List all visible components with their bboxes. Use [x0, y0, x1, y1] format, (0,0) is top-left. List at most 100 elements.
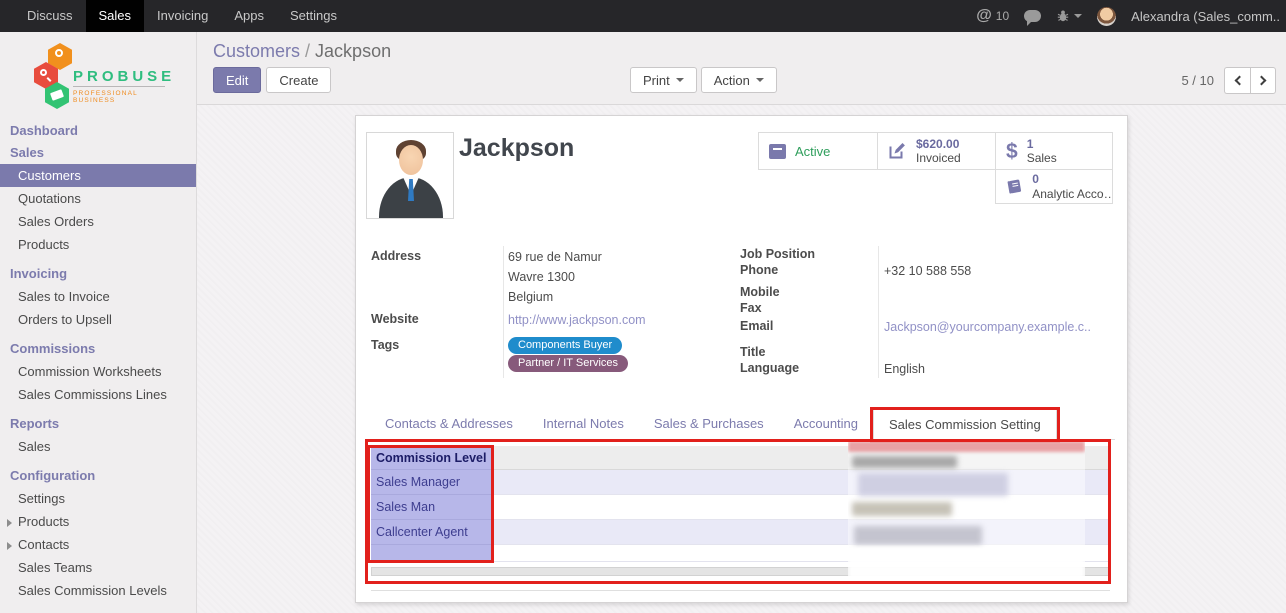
form-sheet: Jackpson Active $620.00 Invoiced: [355, 115, 1128, 603]
dollar-icon: $: [1006, 141, 1018, 162]
sidebar-heading-configuration[interactable]: Configuration: [0, 465, 196, 487]
menu-invoicing[interactable]: Invoicing: [144, 0, 221, 32]
topbar: Discuss Sales Invoicing Apps Settings @ …: [0, 0, 1286, 32]
chevron-left-icon: [1234, 76, 1244, 86]
active-stat-button[interactable]: Active: [758, 132, 878, 170]
control-panel: Customers/Jackpson Edit Create Print Act…: [197, 32, 1286, 105]
chat-icon[interactable]: [1024, 10, 1041, 22]
commission-level-header: Commission Level: [371, 446, 491, 470]
customer-photo: [366, 132, 454, 219]
language-label: Language: [740, 361, 799, 375]
sidebar-item-products[interactable]: Products: [0, 233, 196, 256]
record-buttons: Edit Create: [213, 67, 331, 93]
tab-accounting[interactable]: Accounting: [779, 408, 873, 439]
job-position-label: Job Position: [740, 247, 815, 261]
bug-icon: [1056, 9, 1070, 23]
expand-arrow-icon: [7, 542, 16, 550]
sidebar-item-config-contacts[interactable]: Contacts: [0, 533, 196, 556]
redaction-blur: [852, 502, 952, 516]
sidebar-heading-reports[interactable]: Reports: [0, 413, 196, 435]
redaction-blur: [848, 547, 1085, 584]
chevron-down-icon: [756, 78, 764, 86]
email-label: Email: [740, 319, 773, 333]
pager-value[interactable]: 5 / 10: [1181, 73, 1214, 88]
redaction-blur: [852, 456, 957, 468]
sales-count: 1: [1027, 137, 1057, 151]
breadcrumb: Customers/Jackpson: [213, 41, 391, 62]
phone-label: Phone: [740, 263, 778, 277]
sidebar-item-sales-teams[interactable]: Sales Teams: [0, 556, 196, 579]
tab-sales-purchases[interactable]: Sales & Purchases: [639, 408, 779, 439]
redaction-blur: [854, 526, 982, 545]
tag-partner-it-services: Partner / IT Services: [508, 355, 628, 372]
logo-subtitle: PROFESSIONAL BUSINESS: [73, 86, 165, 104]
menu-settings[interactable]: Settings: [277, 0, 350, 32]
tab-contacts-addresses[interactable]: Contacts & Addresses: [370, 408, 528, 439]
sidebar-item-sales-to-invoice[interactable]: Sales to Invoice: [0, 285, 196, 308]
breadcrumb-current: Jackpson: [315, 41, 391, 61]
topbar-right: @ 10 Alexandra (Sales_comm..: [976, 0, 1286, 32]
address-label: Address: [371, 249, 421, 263]
probuse-logo: PROBUSE PROFESSIONAL BUSINESS: [0, 32, 196, 116]
edit-button[interactable]: Edit: [213, 67, 261, 93]
logo-title: PROBUSE: [73, 68, 175, 85]
sidebar-heading-sales[interactable]: Sales: [0, 142, 196, 164]
invoiced-stat-button[interactable]: $620.00 Invoiced: [877, 132, 996, 170]
sidebar-item-reports-sales[interactable]: Sales: [0, 435, 196, 458]
pager-next-button[interactable]: [1250, 67, 1276, 94]
sidebar-item-config-products[interactable]: Products: [0, 510, 196, 533]
archive-icon: [769, 144, 786, 159]
at-icon: @: [976, 7, 992, 25]
breadcrumb-customers-link[interactable]: Customers: [213, 41, 300, 61]
sidebar-heading-dashboard[interactable]: Dashboard: [0, 120, 196, 142]
pager-previous-button[interactable]: [1224, 67, 1250, 94]
menu-apps[interactable]: Apps: [221, 0, 277, 32]
tab-sales-commission-setting[interactable]: Sales Commission Setting: [873, 408, 1057, 440]
address-line1: 69 rue de Namur: [508, 250, 602, 264]
sidebar-heading-commissions[interactable]: Commissions: [0, 338, 196, 360]
menu-sales[interactable]: Sales: [86, 0, 145, 32]
sidebar-item-customers[interactable]: Customers: [0, 164, 196, 187]
chevron-down-icon: [1074, 14, 1082, 22]
sidebar-item-config-settings[interactable]: Settings: [0, 487, 196, 510]
page-title: Jackpson: [459, 134, 574, 163]
sidebar-item-quotations[interactable]: Quotations: [0, 187, 196, 210]
pager: 5 / 10: [1181, 67, 1276, 94]
website-label: Website: [371, 312, 419, 326]
mentions-button[interactable]: @ 10: [976, 7, 1009, 25]
sidebar-item-commission-worksheets[interactable]: Commission Worksheets: [0, 360, 196, 383]
sidebar-item-sales-commissions-lines[interactable]: Sales Commissions Lines: [0, 383, 196, 406]
website-link[interactable]: http://www.jackpson.com: [508, 313, 646, 327]
sidebar-nav: Dashboard Sales Customers Quotations Sal…: [0, 116, 196, 602]
fax-label: Fax: [740, 301, 762, 315]
action-dropdown-button[interactable]: Action: [701, 67, 777, 93]
sidebar-item-sales-commission-levels[interactable]: Sales Commission Levels: [0, 579, 196, 602]
sheet-bottom-divider: [371, 590, 1110, 591]
email-link[interactable]: Jackpson@yourcompany.example.c..: [884, 320, 1091, 334]
action-buttons: Print Action: [630, 67, 777, 93]
tab-internal-notes[interactable]: Internal Notes: [528, 408, 639, 439]
debug-menu-button[interactable]: [1056, 9, 1082, 23]
tags-label: Tags: [371, 338, 399, 352]
menu-discuss[interactable]: Discuss: [14, 0, 86, 32]
mobile-label: Mobile: [740, 285, 780, 299]
content-area: Jackpson Active $620.00 Invoiced: [197, 105, 1286, 613]
user-name[interactable]: Alexandra (Sales_comm..: [1131, 9, 1280, 24]
redaction-blur: [848, 441, 1085, 452]
create-button[interactable]: Create: [266, 67, 331, 93]
analytic-accounts-stat-button[interactable]: 0 Analytic Acco…: [995, 169, 1113, 204]
sidebar-item-sales-orders[interactable]: Sales Orders: [0, 210, 196, 233]
field-group-divider: [503, 246, 504, 378]
redaction-blur: [858, 473, 1008, 496]
tag-components-buyer: Components Buyer: [508, 337, 622, 354]
analytic-count: 0: [1032, 172, 1112, 186]
sales-stat-button[interactable]: $ 1 Sales: [995, 132, 1113, 170]
address-line2: Wavre 1300: [508, 270, 575, 284]
user-avatar[interactable]: [1097, 7, 1116, 26]
sidebar-heading-invoicing[interactable]: Invoicing: [0, 263, 196, 285]
notebook-tabs: Contacts & Addresses Internal Notes Sale…: [370, 408, 1115, 440]
sidebar-item-orders-to-upsell[interactable]: Orders to Upsell: [0, 308, 196, 331]
edit-icon: [888, 142, 907, 160]
title-label: Title: [740, 345, 765, 359]
print-dropdown-button[interactable]: Print: [630, 67, 697, 93]
